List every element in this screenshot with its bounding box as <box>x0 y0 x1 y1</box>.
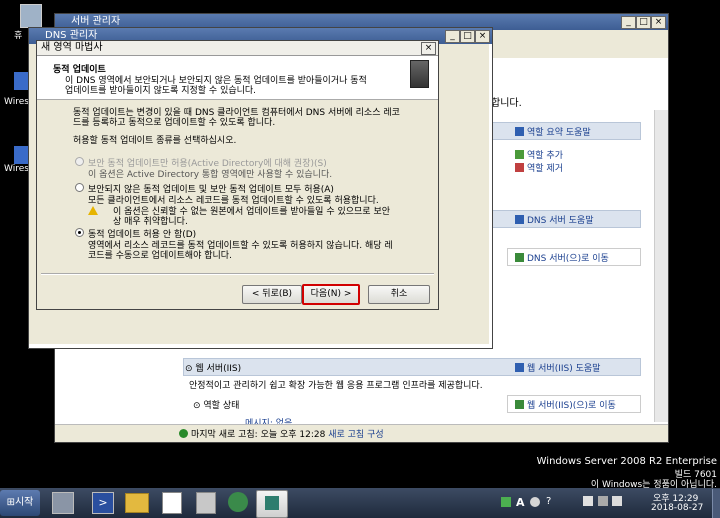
scrollbar[interactable] <box>654 110 668 422</box>
intro-text: 드를 등록하고 동적으로 업데이트할 수 있도록 합니다. <box>73 118 276 128</box>
window-title: 서버 관리자 <box>71 16 121 27</box>
go-icon <box>515 400 524 409</box>
opt3-desc: 코드를 수동으로 업데이트해야 합니다. <box>88 251 232 261</box>
desktop-icon-label: Wires <box>4 164 29 174</box>
role-status-title[interactable]: ⊙ 역할 상태 <box>193 398 239 411</box>
radio-nonsecure-and-secure[interactable] <box>75 183 84 192</box>
add-role-icon <box>515 150 524 159</box>
radio-no-dynamic-update[interactable] <box>75 228 84 237</box>
language-indicator[interactable]: A <box>516 496 525 509</box>
wizard-server-icon <box>410 60 429 88</box>
desktop-icon-label: Wires <box>4 97 29 107</box>
header-desc: 업데이트를 받아들이지 않도록 지정할 수 있습니다. <box>65 86 257 96</box>
watermark-line: Windows Server 2008 R2 Enterprise <box>536 456 717 467</box>
next-button[interactable]: 다음(N) > <box>302 284 360 305</box>
help-icon <box>515 215 524 224</box>
web-go-link[interactable]: 웹 서버(IIS)(으)로 이동 <box>515 398 616 411</box>
partial-text: 합니다. <box>491 98 522 109</box>
tray-icon[interactable] <box>598 496 608 506</box>
refresh-icon <box>179 429 188 438</box>
windows-logo-icon: ⊞ <box>6 497 15 508</box>
clock-date[interactable]: 2018-08-27 <box>651 503 703 513</box>
web-description: 안정적이고 관리하기 쉽고 확장 가능한 웹 응용 프로그램 인프라를 제공합니… <box>189 381 483 391</box>
role-summary-help-link[interactable]: 역할 요약 도움말 <box>515 125 591 138</box>
server-manager-taskbar-icon[interactable] <box>52 492 74 514</box>
flag-icon[interactable] <box>583 496 593 506</box>
web-help-link[interactable]: 웹 서버(IIS) 도움말 <box>515 361 600 374</box>
new-zone-wizard-dialog: 새 영역 마법사 × 동적 업데이트 이 DNS 영역에서 보안되거나 보안되지… <box>36 40 439 310</box>
dns-taskbar-button[interactable] <box>256 490 288 518</box>
wizard-title-bar[interactable]: 새 영역 마법사 <box>37 41 438 56</box>
maximize-button[interactable]: □ <box>460 30 475 43</box>
tools-taskbar-icon[interactable] <box>196 492 216 514</box>
close-button[interactable]: × <box>475 30 490 43</box>
collapse-icon: ⊙ <box>185 364 196 374</box>
dns-help-link[interactable]: DNS 서버 도움말 <box>515 213 594 226</box>
warning-icon <box>88 206 98 215</box>
help-icon <box>515 363 524 372</box>
globe-taskbar-icon[interactable] <box>228 492 248 512</box>
dns-icon <box>265 496 279 510</box>
go-icon <box>515 253 524 262</box>
collapse-icon: ⊙ <box>193 401 204 411</box>
volume-icon[interactable] <box>612 496 622 506</box>
dns-go-link[interactable]: DNS 서버(으)로 이동 <box>515 251 609 264</box>
start-button[interactable]: ⊞시작 <box>0 490 40 516</box>
cancel-button[interactable]: 취소 <box>368 285 430 304</box>
refresh-config-link[interactable]: 새로 고침 구성 <box>328 430 383 440</box>
status-text: 마지막 새로 고침: 오늘 오후 12:28 새로 고침 구성 <box>179 427 384 440</box>
minimize-button[interactable]: _ <box>621 16 636 29</box>
explorer-taskbar-icon[interactable] <box>125 493 149 513</box>
radio-secure-only[interactable] <box>75 157 84 166</box>
warning-text: 상 매우 취약합니다. <box>113 217 188 227</box>
close-button[interactable]: × <box>651 16 666 29</box>
powershell-taskbar-icon[interactable]: > <box>92 492 114 514</box>
remove-role-icon <box>515 163 524 172</box>
recycle-bin-icon[interactable] <box>20 4 42 28</box>
back-button[interactable]: < 뒤로(B) <box>242 285 302 304</box>
close-button[interactable]: × <box>421 42 436 55</box>
help-icon <box>515 127 524 136</box>
web-section-title[interactable]: ⊙ 웹 서버(IIS) <box>185 361 241 374</box>
remove-role-link[interactable]: 역할 제거 <box>515 161 563 174</box>
tray-icon[interactable] <box>530 497 540 507</box>
desktop-icon-label: 휴 <box>14 31 23 41</box>
wizard-title: 새 영역 마법사 <box>41 42 103 53</box>
select-prompt: 허용할 동적 업데이트 종류를 선택하십시오. <box>73 136 237 146</box>
show-desktop-button[interactable] <box>712 489 720 518</box>
add-role-link[interactable]: 역할 추가 <box>515 148 563 161</box>
maximize-button[interactable]: □ <box>636 16 651 29</box>
help-icon[interactable]: ? <box>546 496 551 507</box>
minimize-button[interactable]: _ <box>445 30 460 43</box>
tray-network-icon[interactable] <box>501 497 511 507</box>
calendar-taskbar-icon[interactable] <box>162 492 182 514</box>
divider <box>41 273 434 275</box>
opt1-desc: 이 옵션은 Active Directory 통합 영역에만 사용할 수 있습니… <box>88 170 333 180</box>
